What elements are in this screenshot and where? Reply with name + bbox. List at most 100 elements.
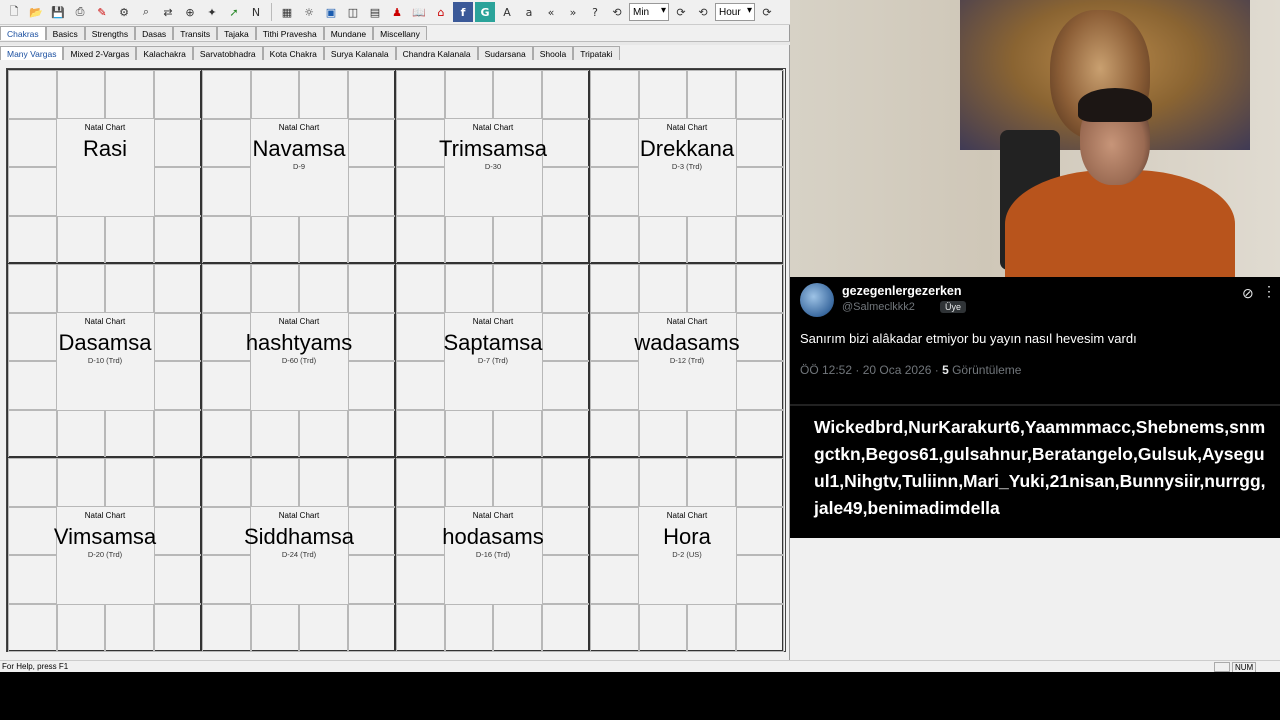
house-cell[interactable] bbox=[202, 603, 251, 652]
chart-trimsamsa[interactable]: Natal Chart Trimsamsa D-30 bbox=[395, 69, 590, 264]
house-cell[interactable] bbox=[8, 70, 57, 119]
house-cell[interactable] bbox=[202, 167, 251, 216]
house-cell[interactable] bbox=[202, 555, 251, 604]
house-cell[interactable] bbox=[735, 70, 784, 119]
house-cell[interactable] bbox=[638, 70, 687, 119]
house-cell[interactable] bbox=[687, 264, 736, 313]
g-icon[interactable]: G bbox=[475, 2, 495, 22]
house-cell[interactable] bbox=[396, 215, 445, 264]
house-cell[interactable] bbox=[541, 264, 590, 313]
chart-siddhamsa[interactable]: Natal Chart Siddhamsa D-24 (Trd) bbox=[201, 457, 396, 652]
house-cell[interactable] bbox=[590, 555, 639, 604]
tab-tajaka[interactable]: Tajaka bbox=[217, 26, 256, 40]
chart-vimsamsa[interactable]: Natal Chart Vimsamsa D-20 (Trd) bbox=[7, 457, 202, 652]
house-cell[interactable] bbox=[8, 555, 57, 604]
house-cell[interactable] bbox=[590, 118, 639, 167]
house-cell[interactable] bbox=[493, 264, 542, 313]
house-cell[interactable] bbox=[541, 506, 590, 555]
house-cell[interactable] bbox=[493, 603, 542, 652]
house-cell[interactable] bbox=[735, 506, 784, 555]
house-cell[interactable] bbox=[735, 603, 784, 652]
tab-dasas[interactable]: Dasas bbox=[135, 26, 174, 40]
help-icon[interactable]: ? bbox=[585, 2, 605, 22]
house-cell[interactable] bbox=[396, 361, 445, 410]
save-icon[interactable]: 💾 bbox=[48, 2, 68, 22]
house-cell[interactable] bbox=[347, 361, 396, 410]
house-cell[interactable] bbox=[347, 70, 396, 119]
subtab-tripataki[interactable]: Tripataki bbox=[573, 46, 620, 60]
house-cell[interactable] bbox=[638, 409, 687, 458]
house-cell[interactable] bbox=[8, 603, 57, 652]
house-cell[interactable] bbox=[590, 70, 639, 119]
house-cell[interactable] bbox=[202, 70, 251, 119]
house-cell[interactable] bbox=[105, 603, 154, 652]
tab-basics[interactable]: Basics bbox=[45, 26, 85, 40]
house-cell[interactable] bbox=[56, 264, 105, 313]
house-icon[interactable]: ⌂ bbox=[431, 2, 451, 22]
subtab-many-vargas[interactable]: Many Vargas bbox=[0, 46, 64, 60]
chart-hora[interactable]: Natal Chart Hora D-2 (US) bbox=[589, 457, 784, 652]
house-cell[interactable] bbox=[735, 312, 784, 361]
house-cell[interactable] bbox=[56, 215, 105, 264]
house-cell[interactable] bbox=[202, 264, 251, 313]
house-cell[interactable] bbox=[105, 264, 154, 313]
house-cell[interactable] bbox=[541, 167, 590, 216]
house-cell[interactable] bbox=[202, 458, 251, 507]
house-cell[interactable] bbox=[735, 118, 784, 167]
house-cell[interactable] bbox=[153, 312, 202, 361]
house-cell[interactable] bbox=[153, 506, 202, 555]
sun-icon[interactable]: ☼ bbox=[299, 2, 319, 22]
house-cell[interactable] bbox=[493, 409, 542, 458]
house-cell[interactable] bbox=[396, 458, 445, 507]
tab-chakras[interactable]: Chakras bbox=[0, 26, 46, 40]
subtab-surya-kalanala[interactable]: Surya Kalanala bbox=[323, 46, 396, 60]
house-cell[interactable] bbox=[735, 215, 784, 264]
chart-wadasams[interactable]: Natal Chart wadasams D-12 (Trd) bbox=[589, 263, 784, 458]
house-cell[interactable] bbox=[638, 603, 687, 652]
house-cell[interactable] bbox=[250, 70, 299, 119]
house-cell[interactable] bbox=[250, 603, 299, 652]
house-cell[interactable] bbox=[153, 264, 202, 313]
house-cell[interactable] bbox=[590, 215, 639, 264]
n-icon[interactable]: N bbox=[246, 2, 266, 22]
house-cell[interactable] bbox=[299, 603, 348, 652]
house-cell[interactable] bbox=[396, 555, 445, 604]
house-cell[interactable] bbox=[541, 215, 590, 264]
sp-icon[interactable]: ✦ bbox=[202, 2, 222, 22]
house-cell[interactable] bbox=[396, 167, 445, 216]
edit-chart-icon[interactable]: ✎ bbox=[92, 2, 112, 22]
step-back-icon[interactable]: ⟲ bbox=[607, 2, 627, 22]
house-cell[interactable] bbox=[590, 458, 639, 507]
new-file-icon[interactable]: 🗋 bbox=[4, 2, 24, 22]
grok-icon[interactable]: ⊘ bbox=[1242, 285, 1254, 302]
house-cell[interactable] bbox=[687, 603, 736, 652]
house-cell[interactable] bbox=[8, 506, 57, 555]
house-cell[interactable] bbox=[444, 264, 493, 313]
chart-dasamsa[interactable]: Natal Chart Dasamsa D-10 (Trd) bbox=[7, 263, 202, 458]
house-cell[interactable] bbox=[541, 361, 590, 410]
house-cell[interactable] bbox=[250, 215, 299, 264]
grid-icon[interactable]: ▦ bbox=[277, 2, 297, 22]
house-cell[interactable] bbox=[396, 603, 445, 652]
house-cell[interactable] bbox=[590, 167, 639, 216]
house-cell[interactable] bbox=[735, 458, 784, 507]
subtab-mixed-2-vargas[interactable]: Mixed 2-Vargas bbox=[63, 46, 137, 60]
house-cell[interactable] bbox=[250, 458, 299, 507]
min-select[interactable]: Min bbox=[629, 3, 669, 21]
facebook-icon[interactable]: f bbox=[453, 2, 473, 22]
house-cell[interactable] bbox=[347, 312, 396, 361]
house-cell[interactable] bbox=[56, 603, 105, 652]
house-cell[interactable] bbox=[541, 555, 590, 604]
table-icon[interactable]: ▤ bbox=[365, 2, 385, 22]
house-cell[interactable] bbox=[153, 70, 202, 119]
house-cell[interactable] bbox=[541, 603, 590, 652]
house-cell[interactable] bbox=[299, 458, 348, 507]
house-cell[interactable] bbox=[590, 506, 639, 555]
house-cell[interactable] bbox=[250, 409, 299, 458]
house-cell[interactable] bbox=[396, 70, 445, 119]
globe-icon[interactable]: ⊕ bbox=[180, 2, 200, 22]
house-cell[interactable] bbox=[202, 361, 251, 410]
house-cell[interactable] bbox=[153, 409, 202, 458]
house-cell[interactable] bbox=[153, 361, 202, 410]
step-back-2-icon[interactable]: ⟲ bbox=[693, 2, 713, 22]
